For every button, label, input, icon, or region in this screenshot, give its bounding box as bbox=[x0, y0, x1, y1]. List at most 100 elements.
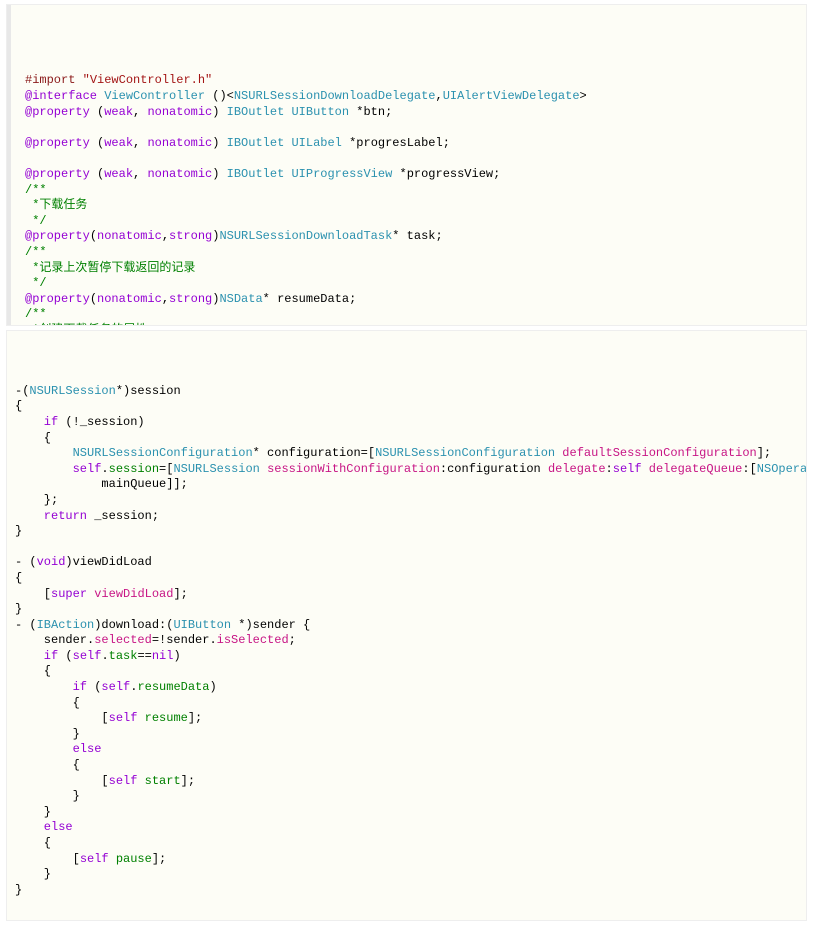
kw: @property bbox=[25, 167, 90, 181]
gutter-bar bbox=[7, 5, 11, 325]
t: IBOutlet bbox=[227, 105, 285, 119]
comment: *记录上次暂停下载返回的记录 bbox=[25, 261, 195, 275]
code-block-1: #import "ViewController.h" @interface Vi… bbox=[6, 4, 807, 326]
kw: if bbox=[15, 415, 58, 429]
t: } bbox=[15, 727, 80, 741]
class-name: ViewController bbox=[104, 89, 205, 103]
t: weak bbox=[104, 167, 133, 181]
comment: /** bbox=[25, 307, 47, 321]
t: { bbox=[15, 696, 80, 710]
t: ]; bbox=[188, 711, 202, 725]
t: IBOutlet bbox=[227, 167, 285, 181]
t: } bbox=[15, 867, 51, 881]
t: session bbox=[109, 462, 159, 476]
t: self bbox=[109, 774, 138, 788]
t: *progresLabel; bbox=[342, 136, 450, 150]
t: NSURLSession bbox=[29, 384, 115, 398]
t: =!sender. bbox=[152, 633, 217, 647]
t: , bbox=[133, 136, 147, 150]
t: [ bbox=[15, 774, 109, 788]
t: weak bbox=[104, 136, 133, 150]
t: NSData bbox=[219, 292, 262, 306]
t: nonatomic bbox=[97, 292, 162, 306]
t: { bbox=[15, 431, 51, 445]
t: == bbox=[137, 649, 151, 663]
kw: @property bbox=[25, 105, 90, 119]
t: UIButton bbox=[173, 618, 231, 632]
t: UIProgressView bbox=[291, 167, 392, 181]
t: self bbox=[73, 462, 102, 476]
t: pause bbox=[116, 852, 152, 866]
t: delegateQueue bbox=[649, 462, 743, 476]
t: { bbox=[15, 758, 80, 772]
t bbox=[642, 462, 649, 476]
t: ()< bbox=[212, 89, 234, 103]
t: } bbox=[15, 883, 22, 897]
comment: /** bbox=[25, 245, 47, 259]
t: - ( bbox=[15, 555, 37, 569]
t: - ( bbox=[15, 618, 37, 632]
t: ]; bbox=[173, 587, 187, 601]
protocol: UIAlertViewDelegate bbox=[443, 89, 580, 103]
t: } bbox=[15, 789, 80, 803]
t: defaultSessionConfiguration bbox=[562, 446, 756, 460]
t: self bbox=[109, 711, 138, 725]
import-directive: #import bbox=[25, 73, 75, 87]
t: UILabel bbox=[291, 136, 341, 150]
t: } bbox=[15, 602, 22, 616]
t bbox=[137, 711, 144, 725]
t: resume bbox=[145, 711, 188, 725]
t: , bbox=[133, 167, 147, 181]
t bbox=[109, 852, 116, 866]
t: ( bbox=[90, 136, 104, 150]
t: , bbox=[162, 229, 169, 243]
t: , bbox=[133, 105, 147, 119]
kw: return bbox=[15, 509, 87, 523]
t: -( bbox=[15, 384, 29, 398]
t: _session; bbox=[87, 509, 159, 523]
t: selected bbox=[94, 633, 152, 647]
t: strong bbox=[169, 229, 212, 243]
kw: @property bbox=[25, 229, 90, 243]
code-block-2: -(NSURLSession*)session { if (!_session)… bbox=[6, 330, 807, 921]
t bbox=[260, 462, 267, 476]
t: { bbox=[15, 571, 22, 585]
t: self bbox=[613, 462, 642, 476]
t: * configuration=[ bbox=[253, 446, 375, 460]
t: (!_session) bbox=[58, 415, 144, 429]
t: NSOperationQueue bbox=[757, 462, 807, 476]
t: resumeData bbox=[137, 680, 209, 694]
t: *progressView; bbox=[392, 167, 500, 181]
t: nonatomic bbox=[147, 167, 212, 181]
t: isSelected bbox=[217, 633, 289, 647]
kw: if bbox=[15, 649, 58, 663]
t: ( bbox=[58, 649, 72, 663]
t: nil bbox=[152, 649, 174, 663]
t: { bbox=[15, 399, 22, 413]
t: task bbox=[109, 649, 138, 663]
t: ) bbox=[209, 680, 216, 694]
t: void bbox=[37, 555, 66, 569]
t: ( bbox=[90, 105, 104, 119]
t: [ bbox=[15, 852, 80, 866]
t: *)sender { bbox=[231, 618, 310, 632]
t: nonatomic bbox=[147, 136, 212, 150]
t: , bbox=[162, 292, 169, 306]
t: =[ bbox=[159, 462, 173, 476]
t: . bbox=[101, 649, 108, 663]
t: delegate bbox=[548, 462, 606, 476]
protocol: NSURLSessionDownloadDelegate bbox=[234, 89, 436, 103]
t: nonatomic bbox=[97, 229, 162, 243]
t: [ bbox=[15, 587, 51, 601]
kw: @property bbox=[25, 292, 90, 306]
t: self bbox=[80, 852, 109, 866]
t: { bbox=[15, 836, 51, 850]
t: weak bbox=[104, 105, 133, 119]
kw: else bbox=[15, 820, 73, 834]
t: NSURLSessionDownloadTask bbox=[219, 229, 392, 243]
t: { bbox=[15, 664, 51, 678]
t: ( bbox=[90, 167, 104, 181]
t: )download:( bbox=[94, 618, 173, 632]
t: start bbox=[145, 774, 181, 788]
t: . bbox=[101, 462, 108, 476]
